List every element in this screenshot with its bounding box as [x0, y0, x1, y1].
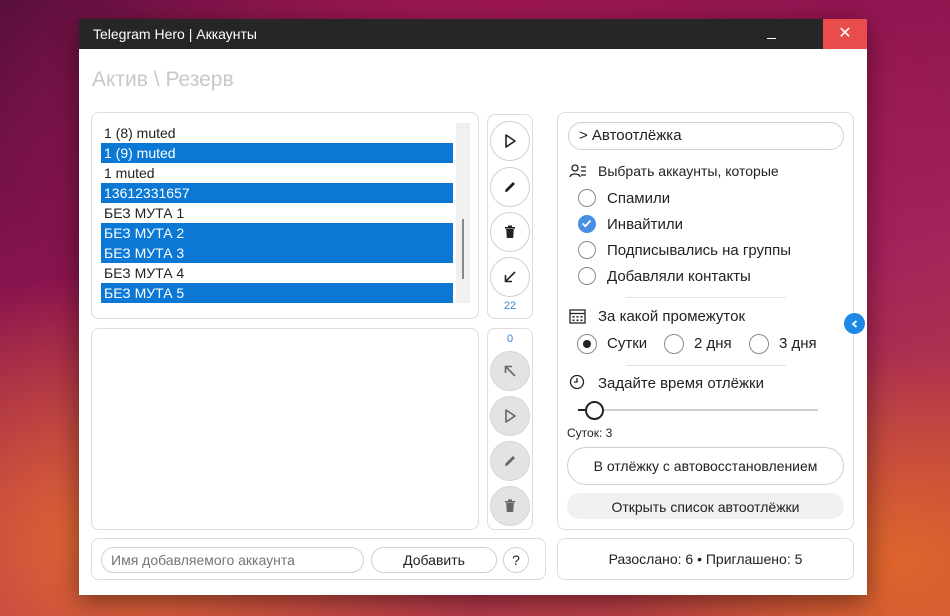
reserve-actions-panel: 0 — [487, 328, 533, 530]
close-button[interactable]: ✕ — [823, 19, 867, 49]
period-label-3-days: 3 дня — [779, 335, 817, 352]
autootlezhka-header[interactable]: > Автоотлёжка — [568, 122, 844, 150]
divider — [626, 365, 786, 366]
select-accounts-label: Выбрать аккаунты, которые — [598, 163, 779, 179]
filter-checkbox[interactable] — [578, 189, 596, 207]
reserve-delete-button[interactable] — [490, 486, 530, 526]
account-list-item[interactable]: 1 muted — [101, 163, 453, 183]
stats-text: Разослано: 6 • Приглашено: 5 — [608, 551, 803, 567]
period-radio-sutki[interactable] — [577, 334, 597, 354]
reserve-accounts-panel[interactable] — [91, 328, 479, 530]
account-list-item[interactable]: БЕЗ МУТА 5 — [101, 283, 453, 303]
play-icon — [505, 409, 516, 423]
open-autootlezhka-list-button[interactable]: Открыть список автоотлёжки — [567, 493, 844, 519]
user-list-icon — [569, 164, 586, 178]
account-list-item[interactable]: 1 (8) muted — [101, 123, 453, 143]
account-list-item[interactable]: БЕЗ МУТА 3 — [101, 243, 453, 263]
period-label-2-days: 2 дня — [694, 335, 732, 352]
pencil-icon — [505, 456, 515, 466]
edit-button[interactable] — [490, 167, 530, 207]
minimize-icon — [766, 37, 776, 39]
filter-checkbox[interactable] — [578, 215, 596, 233]
slider-track[interactable] — [582, 409, 818, 411]
move-to-reserve-button[interactable] — [490, 257, 530, 297]
accounts-scrollbar[interactable] — [456, 123, 470, 303]
filter-option-label: Добавляли контакты — [607, 268, 751, 285]
page-title: Актив \ Резерв — [92, 68, 234, 91]
account-list-item[interactable]: 13612331657 — [101, 183, 453, 203]
pencil-icon — [505, 182, 515, 192]
filter-option-label: Подписывались на группы — [607, 242, 792, 259]
slider-caption: Суток: 3 — [567, 426, 613, 440]
period-radio-2-days[interactable] — [664, 334, 684, 354]
active-count: 22 — [503, 300, 517, 312]
delete-button[interactable] — [490, 212, 530, 252]
active-accounts-panel: 1 (8) muted 1 (9) muted 1 muted 13612331657… — [91, 112, 479, 319]
trash-icon — [505, 499, 515, 512]
help-button[interactable]: ? — [503, 547, 529, 573]
checkmark-icon — [581, 219, 592, 228]
account-name-input[interactable] — [101, 547, 364, 573]
filter-checkbox[interactable] — [578, 241, 596, 259]
move-to-active-button[interactable] — [490, 351, 530, 391]
filter-option-label: Инвайтили — [607, 216, 683, 233]
reserve-start-button[interactable] — [490, 396, 530, 436]
title-bar: Telegram Hero | Аккаунты ✕ — [79, 19, 867, 49]
collapse-panel-button[interactable] — [844, 313, 865, 334]
active-actions-panel: 22 — [487, 114, 533, 319]
account-list-item[interactable]: БЕЗ МУТА 2 — [101, 223, 453, 243]
arrow-down-left-icon — [504, 271, 516, 283]
active-accounts-list[interactable]: 1 (8) muted 1 (9) muted 1 muted 13612331657… — [101, 123, 453, 303]
app-window: Telegram Hero | Аккаунты ✕ Актив \ Резер… — [79, 19, 867, 595]
calendar-icon — [569, 309, 586, 324]
autootlezhka-panel: > Автоотлёжка Выбрать аккаунты, которые … — [557, 112, 854, 530]
trash-icon — [505, 225, 515, 238]
add-account-button[interactable]: Добавить — [371, 547, 497, 573]
filter-checkbox[interactable] — [578, 267, 596, 285]
window-title: Telegram Hero | Аккаунты — [93, 26, 257, 42]
slider-thumb[interactable] — [585, 401, 604, 420]
auto-restore-button[interactable]: В отлёжку с автовосстановлением — [567, 447, 844, 485]
period-label-sutki: Сутки — [607, 335, 648, 352]
stats-bar: Разослано: 6 • Приглашено: 5 — [557, 538, 854, 580]
play-icon — [505, 134, 516, 148]
clock-icon — [569, 374, 585, 390]
scrollbar-thumb[interactable] — [462, 219, 464, 279]
period-radio-3-days[interactable] — [749, 334, 769, 354]
account-list-item[interactable]: БЕЗ МУТА 4 — [101, 263, 453, 283]
arrow-up-left-icon — [504, 365, 516, 377]
divider — [626, 297, 786, 298]
add-account-bar: Добавить ? — [91, 538, 546, 580]
period-label: За какой промежуток — [598, 308, 746, 325]
minimize-button[interactable] — [753, 19, 789, 49]
time-label: Задайте время отлёжки — [598, 375, 764, 392]
account-list-item[interactable]: БЕЗ МУТА 1 — [101, 203, 453, 223]
chevron-left-icon — [851, 319, 857, 328]
filter-option-label: Спамили — [607, 190, 671, 207]
reserve-edit-button[interactable] — [490, 441, 530, 481]
start-button[interactable] — [490, 121, 530, 161]
account-list-item[interactable]: 1 (9) muted — [101, 143, 453, 163]
reserve-count: 0 — [506, 333, 514, 345]
